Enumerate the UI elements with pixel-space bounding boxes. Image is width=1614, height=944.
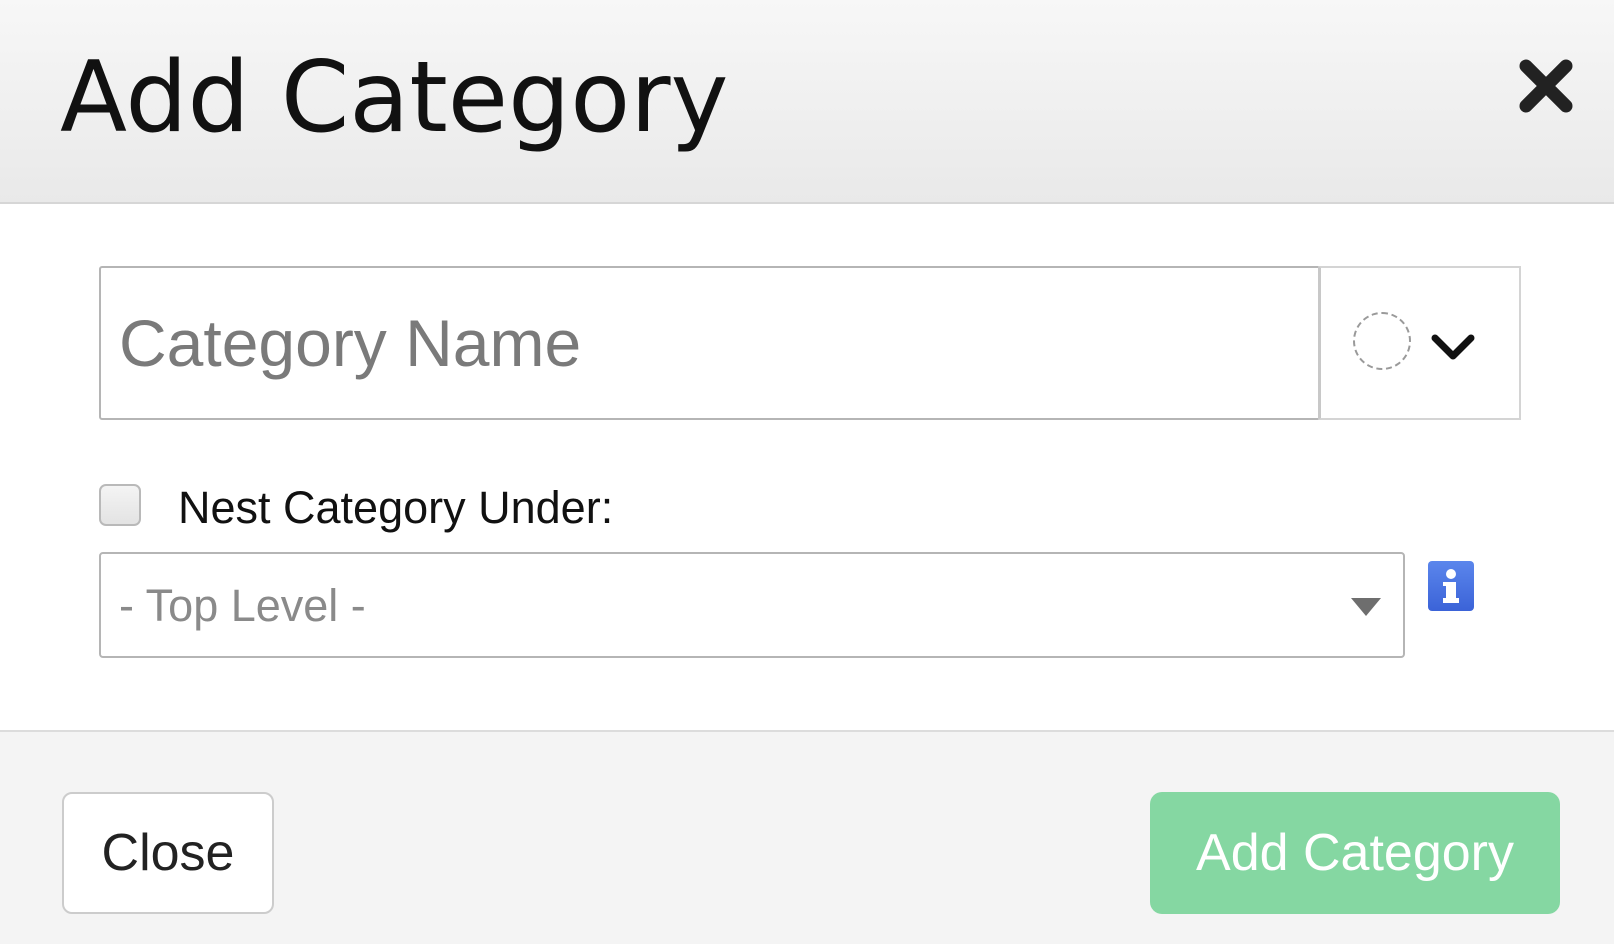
dialog-title: Add Category	[60, 41, 729, 155]
color-swatch	[1353, 312, 1411, 370]
parent-category-select[interactable]: - Top Level -	[99, 552, 1405, 658]
close-icon[interactable]	[1516, 56, 1576, 116]
caret-down-icon	[1349, 596, 1383, 618]
chevron-down-icon	[1431, 324, 1475, 368]
add-category-button[interactable]: Add Category	[1150, 792, 1560, 914]
nest-category-checkbox[interactable]	[99, 484, 141, 526]
parent-category-value: - Top Level -	[119, 580, 366, 631]
add-category-dialog: Add Category Nest Category Under: - Top …	[0, 0, 1614, 944]
category-name-input[interactable]	[99, 266, 1320, 420]
info-icon[interactable]	[1428, 561, 1474, 611]
color-picker-dropdown[interactable]	[1318, 266, 1521, 420]
nest-category-label: Nest Category Under:	[178, 482, 614, 533]
close-button[interactable]: Close	[62, 792, 274, 914]
dialog-footer: Close Add Category	[0, 730, 1614, 944]
dialog-header: Add Category	[0, 0, 1614, 204]
dialog-body: Nest Category Under: - Top Level -	[0, 204, 1614, 730]
